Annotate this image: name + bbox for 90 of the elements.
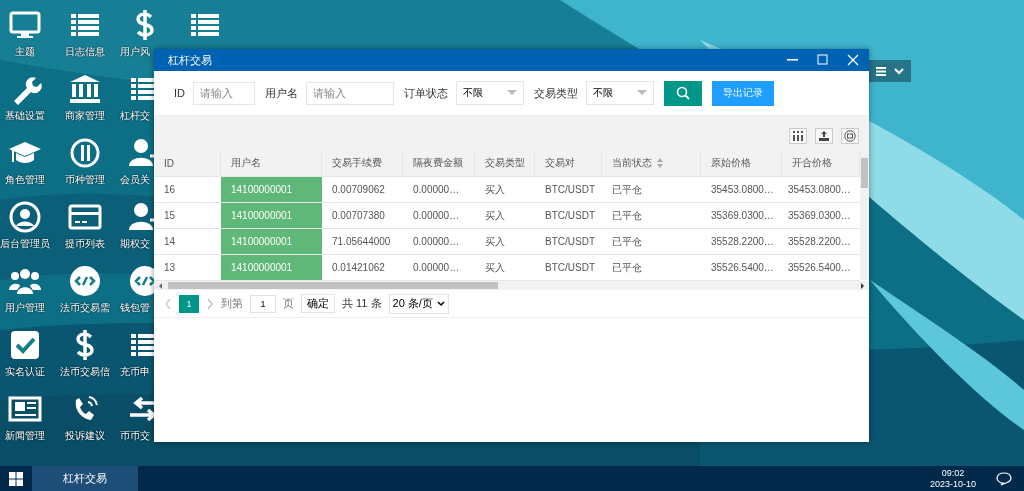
column-header[interactable]: 交易手续费 [322, 150, 403, 177]
filter-label: 用户名 [265, 85, 298, 101]
caret-icon [637, 90, 647, 96]
caret-icon [507, 90, 517, 96]
menu-icon[interactable] [876, 66, 887, 76]
table-cell: 35528.2200… [701, 229, 782, 255]
table-cell: 买入 [475, 203, 535, 229]
scroll-left-icon[interactable] [158, 282, 164, 289]
maximize-icon[interactable] [817, 54, 829, 66]
page-button[interactable]: 1 [179, 294, 199, 313]
window-title: 杠杆交易 [168, 52, 212, 68]
table-cell: 0.00000… [403, 177, 475, 203]
desktop-icon-label[interactable]: 主题 [15, 45, 35, 59]
page-size-select[interactable]: 20 条/页 [388, 293, 449, 314]
desktop-icon-label[interactable]: 商家管理 [65, 109, 105, 123]
column-header[interactable]: 用户名 [221, 150, 322, 177]
page-input[interactable]: 1 [250, 294, 276, 313]
table-cell: 买入 [475, 177, 535, 203]
table-cell: 14100000001 [221, 229, 322, 255]
filter-label: 交易类型 [534, 85, 578, 101]
table-cell: 0.00707380 [322, 203, 403, 229]
search-icon [676, 86, 690, 100]
bank-icon[interactable] [68, 72, 102, 106]
table-cell: 35369.0300… [701, 203, 782, 229]
goto-label: 到第 [221, 296, 243, 311]
desktop-icon-label[interactable]: 新闻管理 [5, 429, 45, 443]
caret-icon [436, 300, 445, 307]
desktop-icon-label[interactable]: 投诉建议 [65, 429, 105, 443]
table-cell: BTC/USDT [535, 229, 602, 255]
clock-time: 09:02 [941, 467, 965, 479]
desktop-icon-label[interactable]: 法币交易需 [60, 301, 110, 315]
chevron-down-icon[interactable] [893, 67, 904, 75]
desktop-icon-label[interactable]: 提币列表 [65, 237, 105, 251]
table-cell: 14100000001 [221, 255, 322, 281]
column-header[interactable]: 开合价格 [782, 150, 860, 177]
table-cell: 0.00000… [403, 229, 475, 255]
table-cell: 已平仓 [602, 177, 701, 203]
input-field[interactable]: 请输入 [306, 81, 394, 105]
desktop-icon-label[interactable]: 角色管理 [5, 173, 45, 187]
table-cell: 0.00000… [403, 203, 475, 229]
close-icon[interactable] [847, 54, 859, 66]
search-button[interactable] [664, 80, 702, 106]
desktop-icon-label[interactable]: 会员关 [120, 173, 150, 187]
table-cell: BTC/USDT [535, 177, 602, 203]
total-count: 共 11 条 [342, 296, 382, 311]
scroll-right-icon[interactable] [859, 282, 865, 289]
speech-bubble-icon[interactable] [996, 471, 1012, 486]
select-field[interactable]: 不限 [456, 81, 524, 105]
table-cell: 14100000001 [221, 177, 322, 203]
filter-label: 订单状态 [404, 85, 448, 101]
column-header[interactable]: 交易对 [535, 150, 602, 177]
vertical-scrollbar[interactable] [860, 150, 869, 280]
export-icon[interactable] [815, 128, 833, 144]
table-cell: 买入 [475, 229, 535, 255]
horizontal-scrollbar[interactable] [154, 281, 869, 290]
desktop-icon-label[interactable]: 用户风 [120, 45, 150, 59]
desktop-icon-label[interactable]: 法币交易信 [60, 365, 110, 379]
input-field[interactable]: 请输入 [193, 81, 255, 105]
desktop-icon-label[interactable]: 币币交 [120, 429, 150, 443]
column-header[interactable]: 隔夜费金额 [403, 150, 475, 177]
desktop-icon-label[interactable]: 杠杆交 [120, 109, 150, 123]
table-cell: BTC/USDT [535, 203, 602, 229]
column-header[interactable]: 原始价格 [701, 150, 782, 177]
desktop-icon-label[interactable]: 基础设置 [5, 109, 45, 123]
table-cell: 35453.0800… [701, 177, 782, 203]
table-cell: 0.00709062 [322, 177, 403, 203]
desktop-icon-label[interactable]: 实名认证 [5, 365, 45, 379]
desktop-icon-label[interactable]: 用户管理 [5, 301, 45, 315]
desktop-icon-label[interactable]: 充币申 [120, 365, 150, 379]
desktop-icon-label[interactable]: 币种管理 [65, 173, 105, 187]
clock-date: 2023-10-10 [929, 478, 976, 490]
check-icon[interactable] [8, 328, 42, 362]
taskbar-item[interactable]: 杠杆交易 [32, 466, 138, 491]
column-header[interactable]: 当前状态 [602, 150, 701, 177]
user-circle-icon[interactable] [8, 200, 42, 234]
desktop-icon-label[interactable]: 期权交 [120, 237, 150, 251]
columns-icon[interactable] [789, 128, 807, 144]
table-cell: 14100000001 [221, 203, 322, 229]
page-unit: 页 [283, 296, 294, 311]
confirm-button[interactable]: 确定 [301, 294, 335, 313]
column-header[interactable]: ID [154, 150, 221, 177]
table-cell: 71.05644000 [322, 229, 403, 255]
select-field[interactable]: 不限 [586, 81, 654, 105]
table-cell: 已平仓 [602, 203, 701, 229]
desktop-icon-label[interactable]: 钱包管 [120, 301, 150, 315]
column-header[interactable]: 交易类型 [475, 150, 535, 177]
filter-label: ID [174, 87, 185, 99]
desktop-icon-label[interactable]: 后台管理员 [0, 237, 50, 251]
desktop-icon-label[interactable]: 日志信息 [65, 45, 105, 59]
table-cell: 已平仓 [602, 229, 701, 255]
